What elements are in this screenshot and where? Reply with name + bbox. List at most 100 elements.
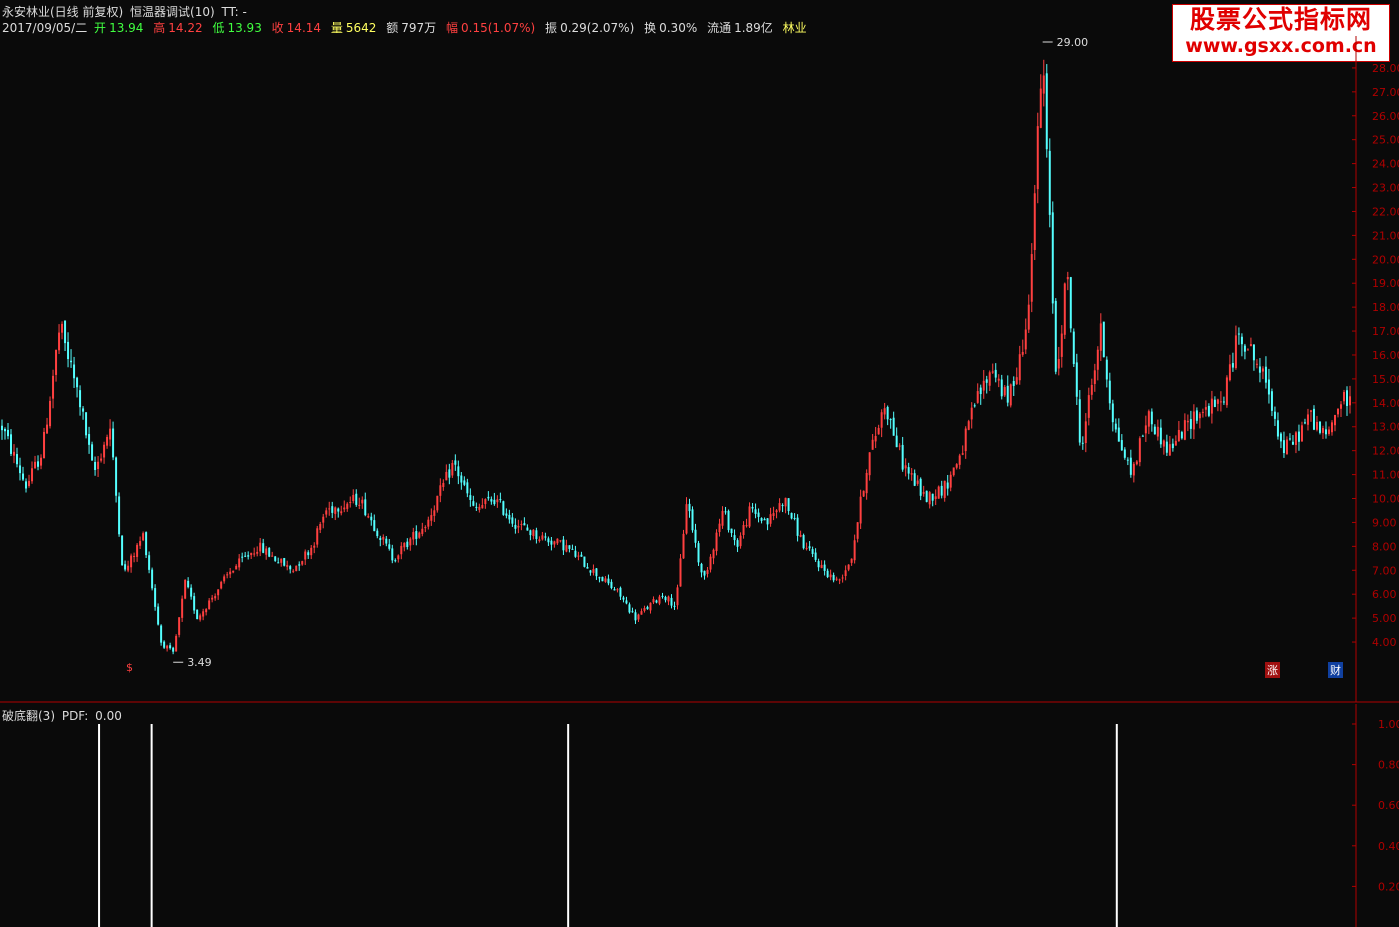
- candle: [730, 528, 733, 537]
- candle: [325, 507, 328, 518]
- candle: [610, 579, 613, 590]
- y-tick-label: 9.00: [1372, 516, 1397, 529]
- y-tick-label: 5.00: [1372, 612, 1397, 625]
- candle: [1171, 438, 1174, 452]
- candle: [262, 538, 265, 554]
- annotation-label: 3.49: [187, 656, 212, 669]
- y-tick-label: 12.00: [1372, 445, 1399, 458]
- candle: [310, 544, 313, 560]
- candle: [1018, 345, 1021, 385]
- candle: [1186, 414, 1189, 432]
- candle: [1318, 421, 1321, 435]
- candle: [577, 551, 580, 561]
- candle: [808, 541, 811, 551]
- candle: [88, 426, 91, 454]
- amount-value: 797万: [401, 21, 437, 35]
- candle: [22, 466, 25, 481]
- candle: [607, 574, 610, 586]
- signal-marker-icon[interactable]: $: [124, 661, 135, 674]
- candle: [868, 452, 871, 481]
- price-chart[interactable]: 4.00 5.00 6.00 7.00 8.00 9.00 10.00 11.00 12.00 1…: [0, 36, 1399, 704]
- candle: [529, 529, 532, 541]
- candle: [256, 546, 259, 557]
- candle: [238, 554, 241, 571]
- candle: [253, 547, 256, 557]
- high-label: 高: [153, 21, 166, 35]
- candle: [292, 569, 295, 574]
- close-value: 14.14: [286, 21, 322, 35]
- candle: [958, 453, 961, 470]
- candle: [1129, 449, 1132, 478]
- candle: [925, 490, 928, 503]
- indicator-chart[interactable]: 0.20 0.40 0.60 0.80 1.00: [0, 704, 1399, 927]
- candle: [886, 405, 889, 426]
- cai-badge[interactable]: 财: [1328, 662, 1343, 678]
- stock-chart-window: { "header": { "title": "永安林业(日线 前复权)", "…: [0, 0, 1399, 927]
- candle: [874, 426, 877, 449]
- low-value: 13.93: [227, 21, 262, 35]
- candle: [1219, 391, 1222, 412]
- candle: [397, 554, 400, 563]
- candle: [457, 460, 460, 485]
- candle: [97, 456, 100, 477]
- candle: [1006, 375, 1009, 407]
- candle: [697, 540, 700, 566]
- candle: [1267, 368, 1270, 404]
- candle: [778, 498, 781, 513]
- candle: [1099, 313, 1102, 361]
- candle: [1066, 271, 1069, 291]
- y-tick-label: 17.00: [1372, 325, 1399, 338]
- candle: [937, 485, 940, 499]
- candle: [400, 542, 403, 560]
- candle: [664, 595, 667, 603]
- zhang-badge[interactable]: 涨: [1265, 662, 1280, 678]
- candle: [538, 536, 541, 543]
- y-tick-label: 22.00: [1372, 205, 1399, 218]
- candle: [970, 402, 973, 429]
- candle: [751, 503, 754, 513]
- candle: [1309, 409, 1312, 422]
- candle: [547, 536, 550, 546]
- high-value: 14.22: [168, 21, 203, 35]
- change-label: 幅: [446, 21, 459, 35]
- candle: [412, 527, 415, 545]
- candle: [1333, 414, 1336, 432]
- candle: [1315, 415, 1318, 432]
- candle: [7, 423, 10, 440]
- candle: [235, 564, 238, 570]
- candle: [1213, 396, 1216, 408]
- candle: [1048, 138, 1051, 228]
- candle: [1000, 374, 1003, 400]
- candle: [1294, 431, 1297, 454]
- candle: [190, 584, 193, 600]
- candle: [535, 527, 538, 544]
- candle: [667, 595, 670, 606]
- y-tick-label: 10.00: [1372, 493, 1399, 506]
- candle: [1174, 435, 1177, 446]
- candle: [745, 518, 748, 528]
- candle: [847, 564, 850, 572]
- candle: [688, 498, 691, 518]
- candle: [568, 545, 571, 553]
- candle: [388, 538, 391, 551]
- candle: [1228, 354, 1231, 382]
- candle: [445, 464, 448, 481]
- candle: [382, 534, 385, 546]
- candle: [988, 370, 991, 392]
- candle: [211, 594, 214, 603]
- candle: [1033, 184, 1036, 261]
- candle: [916, 475, 919, 486]
- candle: [1210, 390, 1213, 424]
- candle: [148, 551, 151, 574]
- indicator-y-tick-label: 0.80: [1378, 759, 1399, 772]
- candle: [196, 609, 199, 620]
- candle: [1132, 461, 1135, 483]
- candle: [226, 571, 229, 579]
- candle: [595, 567, 598, 580]
- tt-value: TT: -: [221, 5, 247, 19]
- stock-title: 永安林业(日线 前复权): [2, 5, 124, 19]
- candle: [112, 421, 115, 461]
- candle: [985, 375, 988, 394]
- y-tick-label: 6.00: [1372, 588, 1397, 601]
- candle: [130, 553, 133, 573]
